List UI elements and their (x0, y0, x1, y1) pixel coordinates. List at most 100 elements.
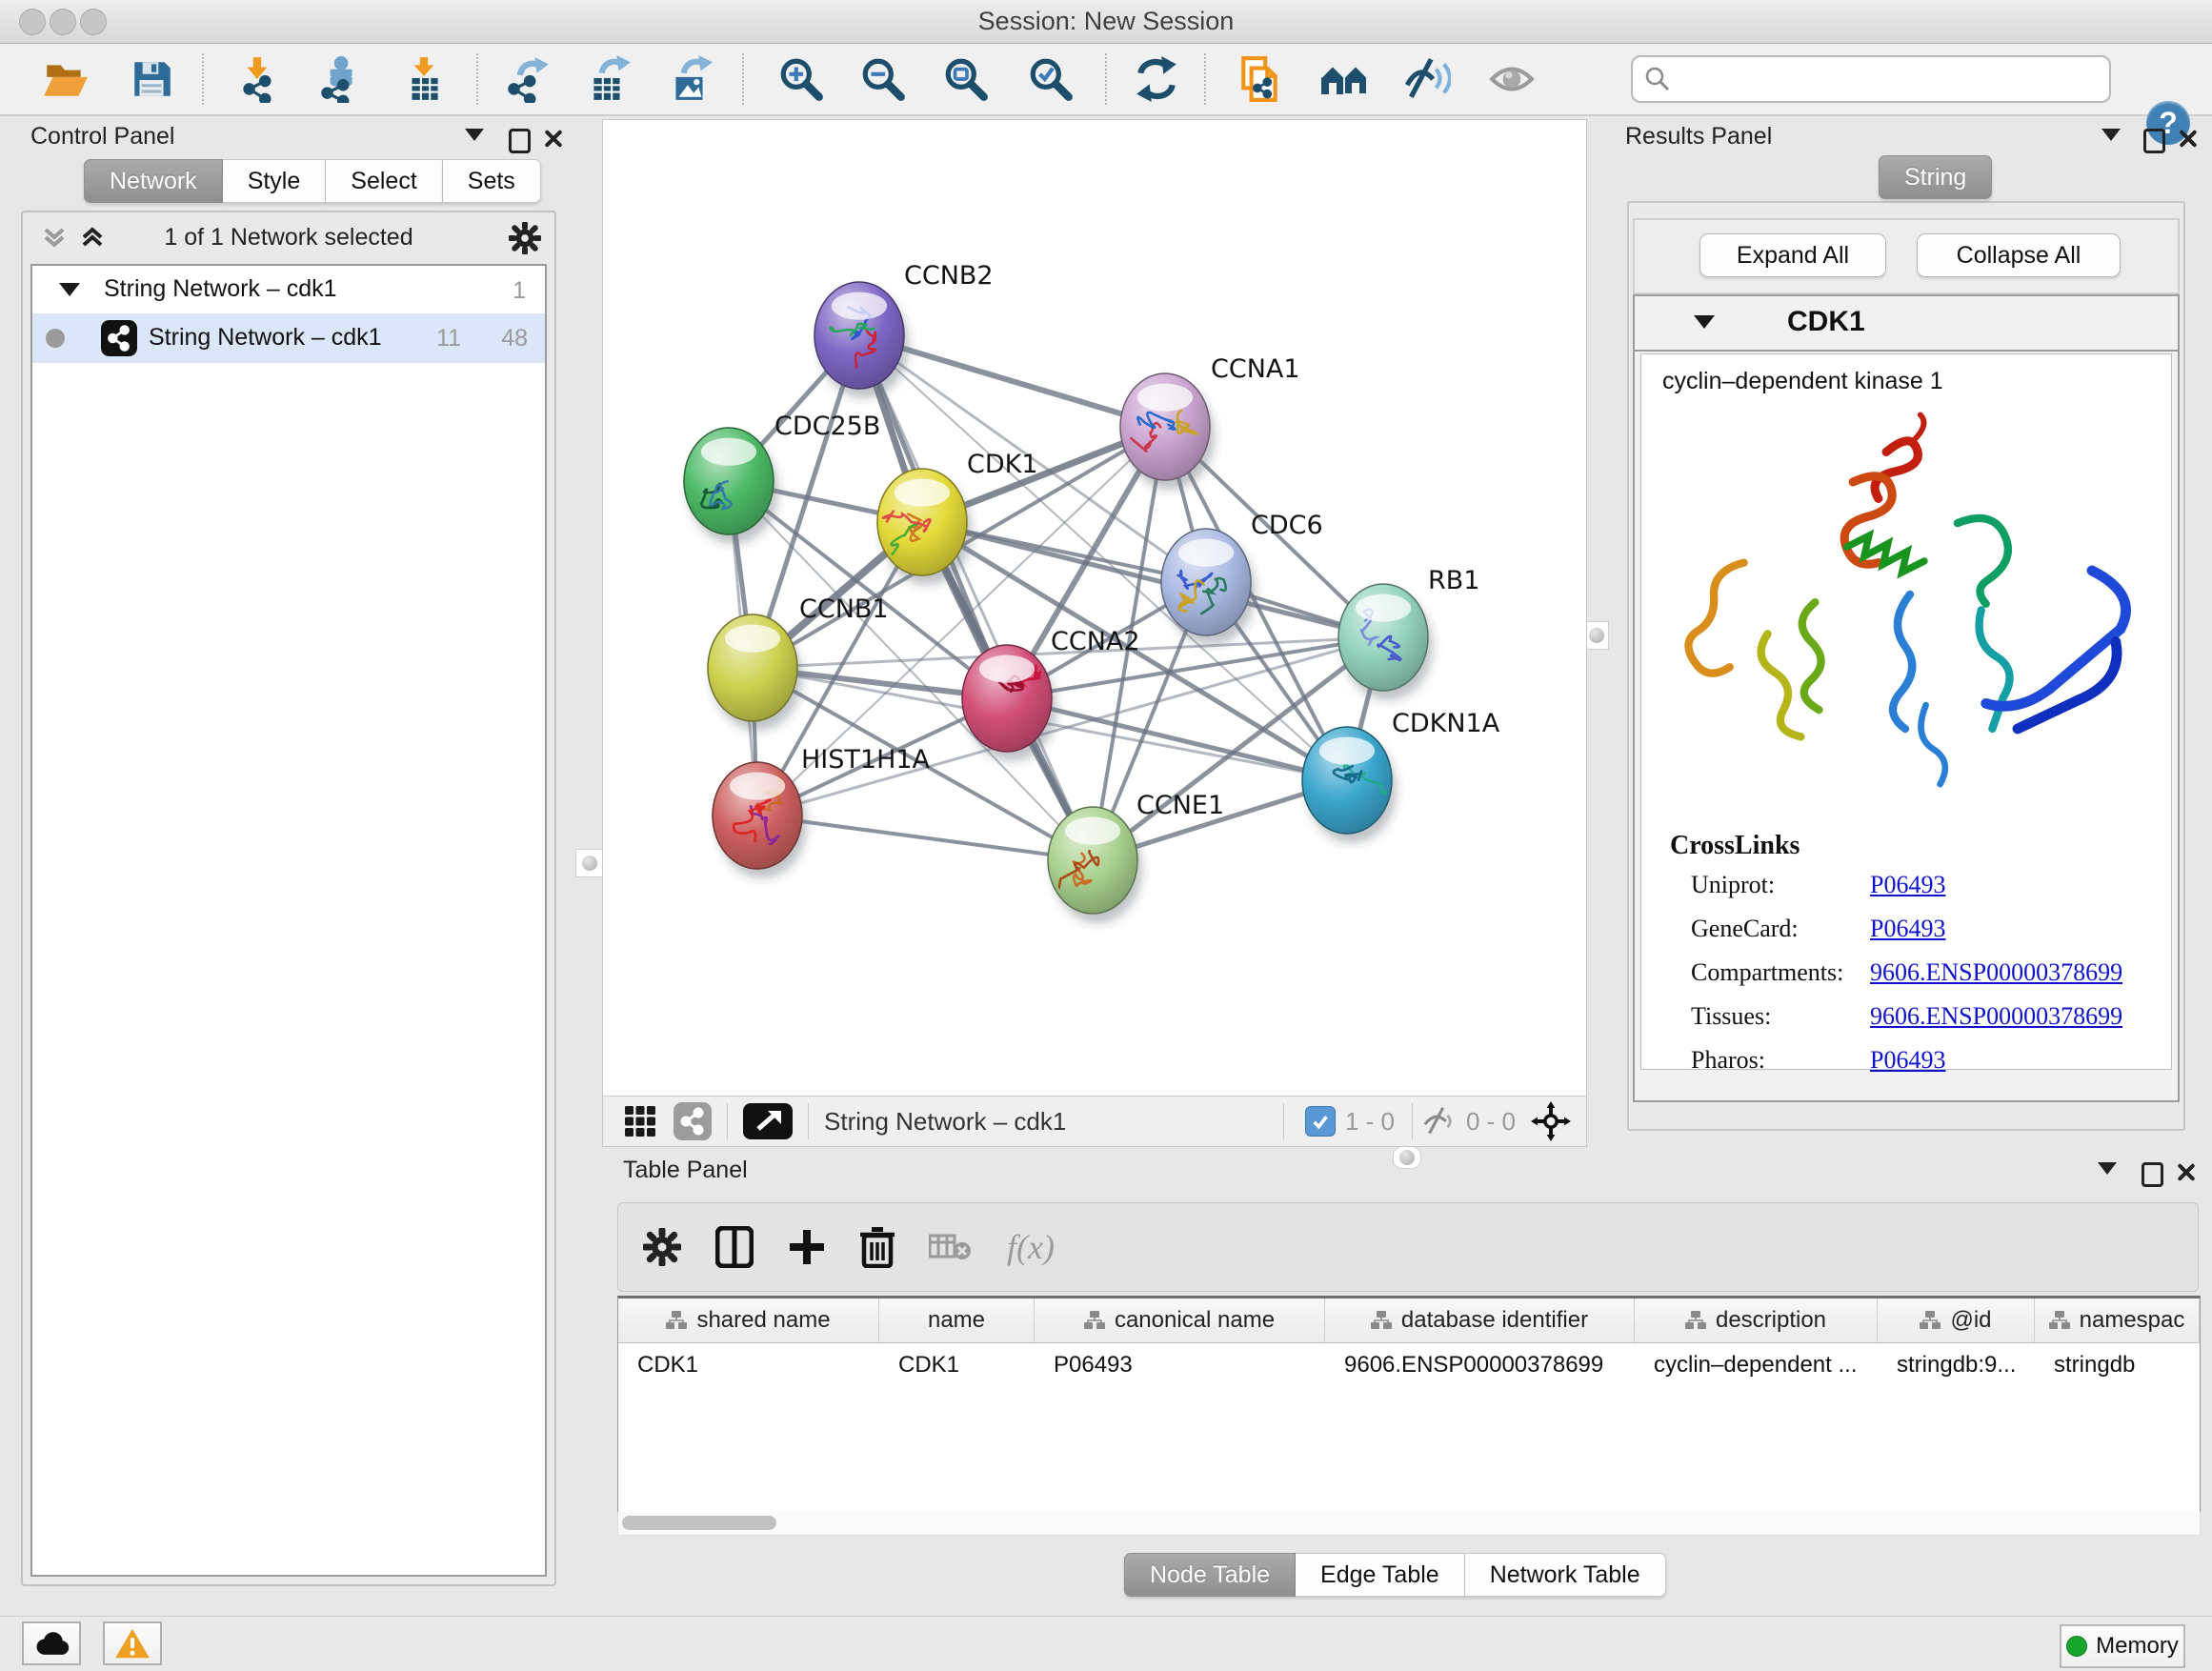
open-session-icon[interactable] (39, 52, 92, 106)
zoom-in-icon[interactable] (774, 52, 828, 106)
birds-eye-view-icon[interactable] (1531, 1101, 1571, 1141)
tab-edge-table[interactable]: Edge Table (1296, 1553, 1465, 1597)
network-node-CCNB1[interactable] (708, 614, 797, 721)
tab-network[interactable]: Network (84, 159, 223, 203)
results-panel: Results Panel String Expand All Collapse… (1604, 119, 2204, 1140)
crosslink-label: Compartments: (1691, 958, 1843, 987)
crosslink-genecard-link[interactable]: P06493 (1870, 915, 1945, 943)
horizontal-scrollbar[interactable] (617, 1512, 2201, 1536)
scrollbar-thumb[interactable] (622, 1516, 776, 1530)
float-panel-icon[interactable] (2143, 129, 2165, 153)
import-network-from-database-icon[interactable] (312, 52, 366, 106)
search-input[interactable] (1682, 60, 2096, 96)
toolbar-divider (476, 53, 478, 105)
table-cell[interactable]: stringdb (2035, 1343, 2200, 1386)
float-panel-icon[interactable] (509, 129, 531, 153)
zoom-out-icon[interactable] (856, 52, 910, 106)
tab-network-table[interactable]: Network Table (1465, 1553, 1666, 1597)
column-header-shared-name[interactable]: shared name (618, 1299, 879, 1342)
tab-sets[interactable]: Sets (443, 159, 541, 203)
column-header-description[interactable]: description (1635, 1299, 1878, 1342)
title-bar: Session: New Session (0, 0, 2212, 44)
collapse-icon[interactable] (59, 283, 80, 296)
network-node-HIST1H1A[interactable] (713, 762, 802, 869)
crosslink-tissues-link[interactable]: 9606.ENSP00000378699 (1870, 1002, 2122, 1031)
network-view-toolbar: String Network – cdk1 1 - 0 0 - 0 (603, 1096, 1586, 1146)
save-session-icon[interactable] (125, 52, 178, 106)
float-panel-icon[interactable] (2142, 1162, 2163, 1187)
add-column-icon[interactable] (788, 1228, 826, 1266)
import-network-icon[interactable] (232, 52, 286, 106)
network-edge-HIST1H1A-CCNE1[interactable] (757, 815, 1093, 860)
network-node-RB1[interactable] (1338, 584, 1428, 691)
network-node-CCNA2[interactable] (962, 645, 1052, 752)
network-collection-row[interactable]: String Network – cdk1 1 (32, 266, 545, 313)
table-options-gear-icon[interactable] (643, 1228, 681, 1266)
network-canvas[interactable]: CCNB2CCNA1CDC25BCDK1CDC6RB1CCNB1CCNA2CDK… (603, 120, 1584, 1095)
network-node-CCNA1[interactable] (1120, 373, 1210, 480)
table-cell[interactable]: P06493 (1035, 1343, 1325, 1386)
hide-graphics-details-icon[interactable] (1400, 52, 1454, 106)
network-options-gear-icon[interactable] (509, 222, 541, 254)
expand-all-button[interactable]: Expand All (1699, 233, 1886, 277)
panel-menu-icon[interactable] (465, 129, 484, 141)
detach-view-icon[interactable] (743, 1103, 793, 1139)
selected-items-checkbox[interactable] (1305, 1106, 1336, 1137)
column-header-name[interactable]: name (879, 1299, 1035, 1342)
warnings-button[interactable] (103, 1621, 162, 1665)
collapse-entry-icon[interactable] (1694, 315, 1715, 329)
result-entry-header[interactable]: CDK1 (1635, 296, 2178, 352)
network-node-CCNE1[interactable] (1048, 807, 1137, 914)
tab-style[interactable]: Style (223, 159, 327, 203)
document-network-icon[interactable] (1234, 52, 1287, 106)
column-header-namespac[interactable]: namespac (2035, 1299, 2200, 1342)
eye-icon[interactable] (1485, 52, 1538, 106)
panel-menu-icon[interactable] (2101, 129, 2121, 141)
table-cell[interactable]: 9606.ENSP00000378699 (1325, 1343, 1635, 1386)
network-edge-CCNB2-CCNA1[interactable] (859, 335, 1165, 427)
cloud-status-button[interactable] (22, 1621, 81, 1665)
refresh-view-icon[interactable] (1130, 52, 1183, 106)
app-window: Session: New Session (0, 0, 2212, 1671)
houses-icon[interactable] (1318, 52, 1372, 106)
tab-string-results[interactable]: String (1879, 155, 1992, 199)
string-view-icon[interactable] (674, 1102, 712, 1140)
protein-structure-image (1649, 404, 2171, 793)
export-table-icon[interactable] (581, 52, 634, 106)
table-cell[interactable]: CDK1 (618, 1343, 879, 1386)
crosslink-compartments-link[interactable]: 9606.ENSP00000378699 (1870, 958, 2122, 987)
table-cell[interactable]: stringdb:9... (1878, 1343, 2035, 1386)
toolbar-separator (808, 1103, 809, 1139)
export-network-icon[interactable] (499, 52, 553, 106)
network-node-CDKN1A[interactable] (1302, 727, 1392, 834)
grid-view-icon[interactable] (624, 1105, 656, 1137)
control-panel-title: Control Panel (30, 123, 174, 151)
zoom-selected-icon[interactable] (1024, 52, 1077, 106)
table-cell[interactable]: CDK1 (879, 1343, 1035, 1386)
network-node-CDK1[interactable] (877, 469, 967, 575)
zoom-fit-icon[interactable] (939, 52, 993, 106)
left-splitter-handle[interactable] (575, 849, 604, 877)
network-row-selected[interactable]: String Network – cdk1 11 48 (32, 313, 545, 363)
network-node-CDC25B[interactable] (684, 428, 774, 534)
tab-node-table[interactable]: Node Table (1124, 1553, 1296, 1597)
crosslink-pharos-link[interactable]: P06493 (1870, 1046, 1945, 1075)
panel-menu-icon[interactable] (2098, 1162, 2117, 1175)
network-node-CDC6[interactable] (1161, 529, 1251, 635)
network-edge-CCNB2-CCNE1[interactable] (859, 335, 1093, 860)
column-header--id[interactable]: @id (1878, 1299, 2035, 1342)
show-columns-icon[interactable] (715, 1226, 754, 1268)
table-cell[interactable]: cyclin–dependent ... (1635, 1343, 1878, 1386)
import-table-icon[interactable] (397, 52, 451, 106)
column-header-database-identifier[interactable]: database identifier (1325, 1299, 1635, 1342)
delete-column-icon[interactable] (860, 1226, 895, 1268)
table-row[interactable]: CDK1CDK1P064939606.ENSP00000378699cyclin… (618, 1343, 2200, 1386)
export-image-icon[interactable] (663, 52, 716, 106)
crosslink-uniprot-link[interactable]: P06493 (1870, 871, 1945, 899)
collapse-all-button[interactable]: Collapse All (1917, 233, 2121, 277)
memory-button[interactable]: Memory (2060, 1624, 2185, 1668)
column-header-canonical-name[interactable]: canonical name (1035, 1299, 1325, 1342)
network-node-CCNB2[interactable] (814, 282, 904, 389)
crosslink-label: Uniprot: (1691, 871, 1775, 899)
tab-select[interactable]: Select (326, 159, 442, 203)
